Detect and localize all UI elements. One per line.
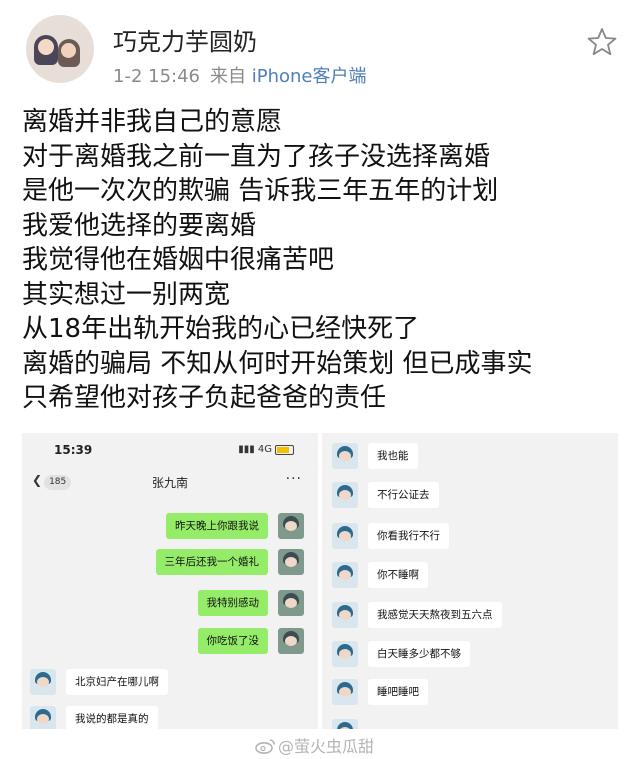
- back-button: ❮ 185: [32, 473, 72, 490]
- post-meta: 1-2 15:46 来自 iPhone客户端: [113, 62, 367, 88]
- avatar: [332, 719, 358, 729]
- avatar: [332, 523, 358, 549]
- avatar-face-left: [38, 39, 54, 55]
- chat-bubble-received: 我感觉天天熬夜到五六点: [368, 602, 502, 628]
- chat-bubble-received: 你不睡啊: [368, 562, 428, 588]
- chat-bubble-received: 北京妇产在哪儿啊: [66, 669, 168, 695]
- chat-message: 你不睡啊: [322, 562, 618, 588]
- post-body: 离婚并非我自己的意愿 对于离婚我之前一直为了孩子没选择离婚 是他一次次的欺骗 告…: [22, 105, 622, 416]
- chat-bubble-received: 我说的都是真的: [66, 706, 158, 729]
- chat-bubble-received: 白天睡多少都不够: [368, 641, 470, 667]
- user-avatar[interactable]: [26, 15, 94, 83]
- chat-bubble-sent: 我特别感动: [197, 590, 268, 616]
- body-line: 离婚的骗局 不知从何时开始策划 但已成事实: [22, 348, 533, 379]
- chat-message: 我说的都是真的: [22, 706, 318, 729]
- body-line: 离婚并非我自己的意愿: [22, 107, 283, 137]
- chat-message: 北京妇产在哪儿啊: [22, 669, 318, 695]
- chat-message: 你看我行不行: [322, 523, 618, 549]
- avatar: [278, 549, 304, 575]
- chat-message-partial: [322, 719, 618, 729]
- body-line: 我觉得他在婚姻中很痛苦吧: [22, 245, 335, 275]
- chat-bubble-sent: 你吃饭了没: [197, 628, 268, 654]
- chat-message: 你吃饭了没: [22, 628, 318, 654]
- watermark: @萤火虫瓜甜: [254, 733, 374, 757]
- chat-message: 白天睡多少都不够: [322, 641, 618, 667]
- phone-status-bar: 15:39 ▮▮▮ 4G: [22, 433, 318, 465]
- avatar: [278, 590, 304, 616]
- source-device[interactable]: iPhone客户端: [252, 66, 367, 87]
- body-line: 是他一次次的欺骗 告诉我三年五年的计划: [22, 176, 499, 206]
- battery-icon: [275, 445, 294, 455]
- avatar: [332, 443, 358, 469]
- chat-bubble-received: 你看我行不行: [368, 523, 449, 549]
- chat-bubble-received: 我也能: [368, 443, 418, 469]
- avatar: [30, 706, 56, 729]
- avatar: [30, 669, 56, 695]
- chat-bubble-received: 睡吧睡吧: [368, 679, 428, 705]
- body-line: 对于离婚我之前一直为了孩子没选择离婚: [22, 141, 491, 172]
- body-line: 我爱他选择的要离婚: [22, 210, 257, 241]
- chevron-left-icon: ❮: [32, 473, 43, 487]
- chat-message: 睡吧睡吧: [322, 679, 618, 705]
- source-prefix: 来自: [210, 66, 246, 87]
- status-time: 15:39: [54, 443, 93, 457]
- body-line: 从18年出轨开始我的心已经快死了: [22, 314, 420, 344]
- watermark-text: @萤火虫瓜甜: [278, 737, 375, 756]
- post-datetime: 1-2 15:46: [113, 66, 200, 87]
- avatar: [278, 513, 304, 539]
- avatar: [332, 641, 358, 667]
- avatar: [332, 562, 358, 588]
- chat-bubble-sent: 三年后还我一个婚礼: [155, 549, 268, 575]
- chat-message: 不行公证去: [322, 482, 618, 508]
- chat-message: 昨天晚上你跟我说: [22, 513, 318, 539]
- chat-message: 三年后还我一个婚礼: [22, 549, 318, 575]
- avatar: [332, 482, 358, 508]
- avatar: [332, 679, 358, 705]
- star-icon[interactable]: [586, 26, 618, 58]
- chat-screenshot-right[interactable]: 我也能 不行公证去 你看我行不行 你不睡啊 我感觉天天熬夜到五六点 白天睡多少都…: [322, 433, 618, 729]
- chat-message: 我感觉天天熬夜到五六点: [322, 602, 618, 628]
- chat-bubble-received: 不行公证去: [368, 482, 439, 508]
- weibo-icon: [255, 739, 276, 754]
- post-header: 巧克力芋圆奶 1-2 15:46 来自 iPhone客户端: [0, 0, 640, 95]
- avatar: [332, 602, 358, 628]
- unread-badge: 185: [44, 475, 72, 490]
- more-icon: ···: [285, 471, 302, 487]
- body-line: 其实想过一别两宽: [22, 279, 231, 310]
- chat-message: 我也能: [322, 443, 618, 469]
- username[interactable]: 巧克力芋圆奶: [113, 22, 257, 57]
- body-line: 只希望他对孩子负起爸爸的责任: [22, 383, 387, 413]
- chat-screenshot-left[interactable]: 15:39 ▮▮▮ 4G 张九南 ❮ 185 ··· 昨天晚上你跟我说 三年后还我…: [22, 433, 318, 729]
- avatar-face-right: [61, 43, 76, 58]
- chat-message: 我特别感动: [22, 590, 318, 616]
- signal-icon: ▮▮▮ 4G: [238, 444, 272, 455]
- network-label: 4G: [257, 444, 272, 455]
- avatar: [278, 628, 304, 654]
- chat-bubble-sent: 昨天晚上你跟我说: [166, 513, 268, 539]
- chat-nav-bar: 张九南 ❮ 185 ···: [22, 467, 318, 495]
